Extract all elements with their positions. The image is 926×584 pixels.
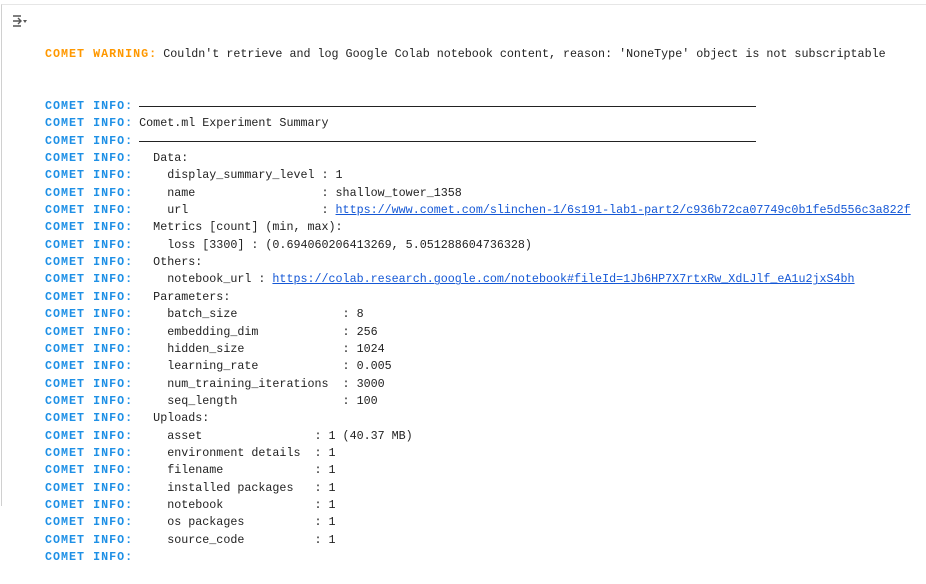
- log-line: COMET INFO:: [45, 549, 920, 566]
- log-line: COMET INFO: loss [3300] : (0.69406020641…: [45, 237, 920, 254]
- log-line: COMET INFO: num_training_iterations : 30…: [45, 376, 920, 393]
- log-line: COMET INFO: batch_size : 8: [45, 306, 920, 323]
- info-label: COMET INFO:: [45, 393, 134, 408]
- log-text: Uploads:: [139, 411, 210, 426]
- log-text: display_summary_level : 1: [139, 168, 343, 183]
- log-line: COMET INFO:: [45, 98, 920, 115]
- log-line: COMET INFO: hidden_size : 1024: [45, 341, 920, 358]
- log-text: batch_size : 8: [139, 307, 364, 322]
- log-text: source_code : 1: [139, 532, 336, 547]
- info-label: COMET INFO:: [45, 220, 134, 235]
- log-text: learning_rate : 0.005: [139, 359, 392, 374]
- info-label: COMET INFO:: [45, 255, 134, 270]
- log-line: COMET INFO: Comet.ml Experiment Summary: [45, 115, 920, 132]
- log-line: COMET INFO: display_summary_level : 1: [45, 167, 920, 184]
- log-line: COMET INFO: embedding_dim : 256: [45, 324, 920, 341]
- info-label: COMET INFO:: [45, 532, 134, 547]
- log-text: embedding_dim : 256: [139, 324, 378, 339]
- log-text: seq_length : 100: [139, 393, 378, 408]
- log-link[interactable]: https://colab.research.google.com/notebo…: [272, 271, 854, 288]
- info-label: COMET INFO:: [45, 185, 134, 200]
- info-label: COMET INFO:: [45, 289, 134, 304]
- log-text: filename : 1: [139, 463, 336, 478]
- warning-text: Couldn't retrieve and log Google Colab n…: [163, 46, 886, 61]
- log-line: COMET INFO: Data:: [45, 150, 920, 167]
- log-line: COMET INFO: url : https://www.comet.com/…: [45, 202, 920, 219]
- info-label: COMET INFO:: [45, 168, 134, 183]
- info-label: COMET INFO:: [45, 480, 134, 495]
- log-line: COMET INFO:: [45, 133, 920, 150]
- log-line: COMET INFO: Metrics [count] (min, max):: [45, 219, 920, 236]
- log-line: COMET INFO: Others:: [45, 254, 920, 271]
- warning-line: COMET WARNING: Couldn't retrieve and log …: [45, 46, 920, 63]
- log-text: Parameters:: [139, 289, 231, 304]
- info-label: COMET INFO:: [45, 515, 134, 530]
- log-line: COMET INFO: filename : 1: [45, 462, 920, 479]
- log-line: COMET INFO: notebook_url : https://colab…: [45, 271, 920, 288]
- info-label: COMET INFO:: [45, 150, 134, 165]
- info-label: COMET INFO:: [45, 133, 134, 148]
- info-label: COMET INFO:: [45, 116, 134, 131]
- log-text: Metrics [count] (min, max):: [139, 220, 343, 235]
- info-label: COMET INFO:: [45, 307, 134, 322]
- info-label: COMET INFO:: [45, 463, 134, 478]
- log-link[interactable]: https://www.comet.com/slinchen-1/6s191-l…: [336, 202, 911, 219]
- log-text: notebook_url :: [139, 272, 273, 287]
- log-text: environment details : 1: [139, 446, 336, 461]
- info-label: COMET INFO:: [45, 359, 134, 374]
- log-line: COMET INFO: os packages : 1: [45, 514, 920, 531]
- info-label: COMET INFO:: [45, 428, 134, 443]
- info-label: COMET INFO:: [45, 411, 134, 426]
- log-line: COMET INFO: installed packages : 1: [45, 480, 920, 497]
- log-text: name : shallow_tower_1358: [139, 185, 462, 200]
- log-text: Data:: [139, 150, 189, 165]
- info-label: COMET INFO:: [45, 550, 134, 565]
- log-text: installed packages : 1: [139, 480, 336, 495]
- separator-line: [139, 106, 757, 108]
- log-line: COMET INFO: asset : 1 (40.37 MB): [45, 428, 920, 445]
- info-label: COMET INFO:: [45, 237, 134, 252]
- warning-label: COMET WARNING:: [45, 46, 158, 61]
- log-text: loss [3300] : (0.694060206413269, 5.0512…: [139, 237, 532, 252]
- info-label: COMET INFO:: [45, 203, 134, 218]
- clear-output-icon[interactable]: [12, 14, 28, 28]
- log-text: url :: [139, 203, 336, 218]
- log-line: COMET INFO: Parameters:: [45, 289, 920, 306]
- log-text: Others:: [139, 255, 203, 270]
- log-line: COMET INFO: environment details : 1: [45, 445, 920, 462]
- log-text: Comet.ml Experiment Summary: [139, 116, 329, 131]
- log-text: num_training_iterations : 3000: [139, 376, 385, 391]
- console-output: COMET WARNING: Couldn't retrieve and log …: [45, 11, 920, 584]
- info-label: COMET INFO:: [45, 324, 134, 339]
- log-text: hidden_size : 1024: [139, 341, 385, 356]
- info-label: COMET INFO:: [45, 341, 134, 356]
- log-line: COMET INFO: Uploads:: [45, 410, 920, 427]
- info-label: COMET INFO:: [45, 376, 134, 391]
- separator-line: [139, 140, 757, 142]
- log-text: asset : 1 (40.37 MB): [139, 428, 413, 443]
- log-line: COMET INFO: learning_rate : 0.005: [45, 358, 920, 375]
- info-label: COMET INFO:: [45, 446, 134, 461]
- log-line: COMET INFO: name : shallow_tower_1358: [45, 185, 920, 202]
- log-line: COMET INFO: source_code : 1: [45, 532, 920, 549]
- info-label: COMET INFO:: [45, 98, 134, 113]
- info-label: COMET INFO:: [45, 272, 134, 287]
- log-text: os packages : 1: [139, 515, 336, 530]
- log-line: COMET INFO: seq_length : 100: [45, 393, 920, 410]
